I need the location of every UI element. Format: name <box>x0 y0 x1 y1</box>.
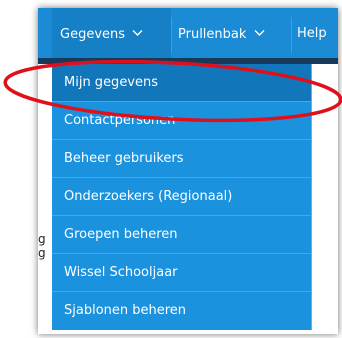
dropdown-item-groepen-beheren[interactable]: Groepen beheren <box>52 216 311 253</box>
background-char: g <box>38 232 46 246</box>
dropdown-item-contactpersonen[interactable]: Contactpersonen <box>52 102 311 139</box>
dropdown-item-mijn-gegevens[interactable]: Mijn gegevens <box>52 64 311 101</box>
background-page-text: g g <box>38 232 52 260</box>
background-char: g <box>38 246 46 260</box>
chevron-down-icon <box>132 26 143 42</box>
menu-prullenbak-label: Prullenbak <box>178 26 247 42</box>
dropdown-item-beheer-gebruikers[interactable]: Beheer gebruikers <box>52 140 311 177</box>
menu-gegevens[interactable]: Gegevens <box>60 26 143 43</box>
menu-gegevens-label: Gegevens <box>60 26 126 42</box>
menu-help-label: Help <box>297 26 327 41</box>
menu-help[interactable]: Help <box>297 26 327 42</box>
menu-separator <box>291 17 292 53</box>
dropdown-item-onderzoekers-regionaal[interactable]: Onderzoekers (Regionaal) <box>52 178 311 215</box>
app-window: Gegevens Prullenbak Help g g Mijn gegeve… <box>38 8 338 334</box>
menu-prullenbak[interactable]: Prullenbak <box>178 26 265 43</box>
dropdown-item-sjablonen-beheren[interactable]: Sjablonen beheren <box>52 292 311 329</box>
top-menubar: Gegevens Prullenbak Help <box>38 8 338 58</box>
menu-separator <box>171 17 172 53</box>
gegevens-dropdown-menu: Mijn gegevens Contactpersonen Beheer geb… <box>52 64 312 330</box>
dropdown-item-wissel-schooljaar[interactable]: Wissel Schooljaar <box>52 254 311 291</box>
chevron-down-icon <box>254 26 265 42</box>
